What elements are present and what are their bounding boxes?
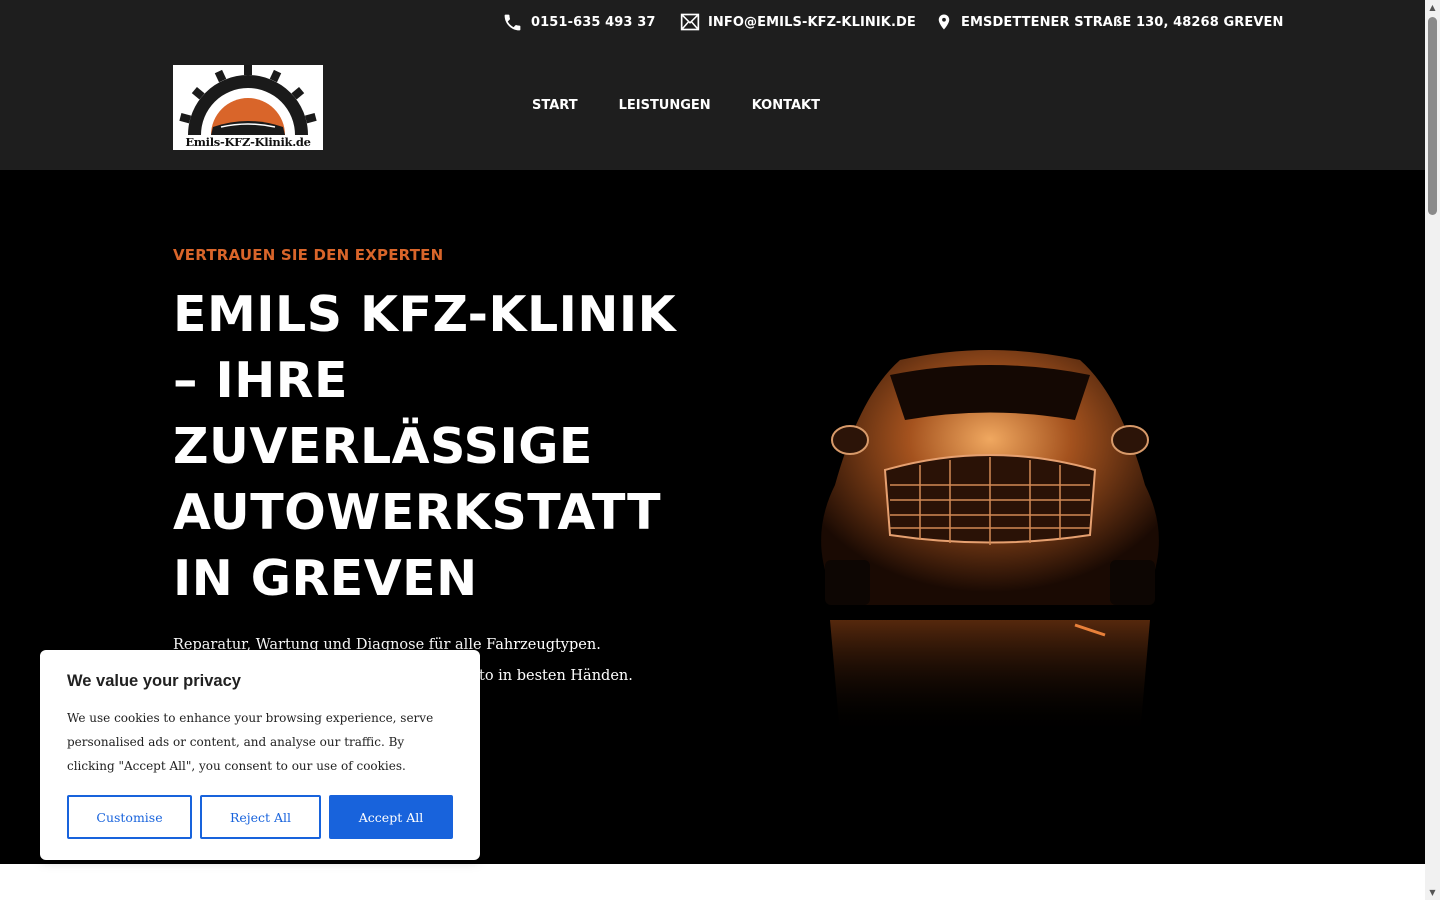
- cookie-title: We value your privacy: [67, 672, 241, 690]
- scroll-up-arrow-icon[interactable]: ▲: [1425, 0, 1440, 15]
- logo-text: Emils-KFZ-Klinik.de: [185, 135, 311, 149]
- customise-button[interactable]: Customise: [67, 795, 192, 839]
- cookie-description: We use cookies to enhance your browsing …: [67, 711, 434, 773]
- email-address: INFO@EMILS-KFZ-KLINIK.DE: [708, 14, 916, 30]
- cookie-consent-banner: We value your privacy We use cookies to …: [40, 650, 480, 860]
- phone-icon: [504, 14, 521, 30]
- sports-car-image: [821, 350, 1159, 735]
- address-link[interactable]: EMSDETTENER STRAßE 130, 48268 GREVEN: [935, 11, 1283, 33]
- nav-item-start[interactable]: START: [532, 98, 578, 113]
- reject-all-button[interactable]: Reject All: [200, 795, 321, 839]
- scroll-thumb[interactable]: [1428, 17, 1437, 215]
- street-address: EMSDETTENER STRAßE 130, 48268 GREVEN: [961, 14, 1284, 30]
- nav-item-kontakt[interactable]: KONTAKT: [752, 98, 820, 113]
- phone-number: 0151-635 493 37: [531, 14, 656, 30]
- page: 0151-635 493 37 INFO@EMILS-KFZ-KLINIK.DE…: [0, 0, 1425, 900]
- site-header: 0151-635 493 37 INFO@EMILS-KFZ-KLINIK.DE…: [0, 0, 1425, 170]
- gear-car-logo-icon: [179, 65, 317, 135]
- phone-link[interactable]: 0151-635 493 37: [502, 11, 656, 33]
- nav-item-leistungen[interactable]: LEISTUNGEN: [619, 98, 711, 113]
- contact-topbar: 0151-635 493 37 INFO@EMILS-KFZ-KLINIK.DE…: [0, 0, 1425, 45]
- main-nav: START LEISTUNGEN KONTAKT: [532, 98, 861, 113]
- hero-headline: EMILS KFZ-KLINIK – IHRE ZUVERLÄSSIGE AUT…: [173, 286, 677, 607]
- hero-eyebrow: VERTRAUEN SIE DEN EXPERTEN: [173, 246, 444, 264]
- location-pin-icon: [938, 14, 950, 30]
- scroll-down-arrow-icon[interactable]: ▼: [1425, 885, 1440, 900]
- vertical-scrollbar[interactable]: ▲ ▼: [1425, 0, 1440, 900]
- next-section-start: [0, 864, 1425, 900]
- email-link[interactable]: INFO@EMILS-KFZ-KLINIK.DE: [680, 11, 916, 33]
- site-logo[interactable]: Emils-KFZ-Klinik.de: [173, 65, 323, 150]
- accept-all-button[interactable]: Accept All: [329, 795, 453, 839]
- mail-icon: [680, 13, 700, 31]
